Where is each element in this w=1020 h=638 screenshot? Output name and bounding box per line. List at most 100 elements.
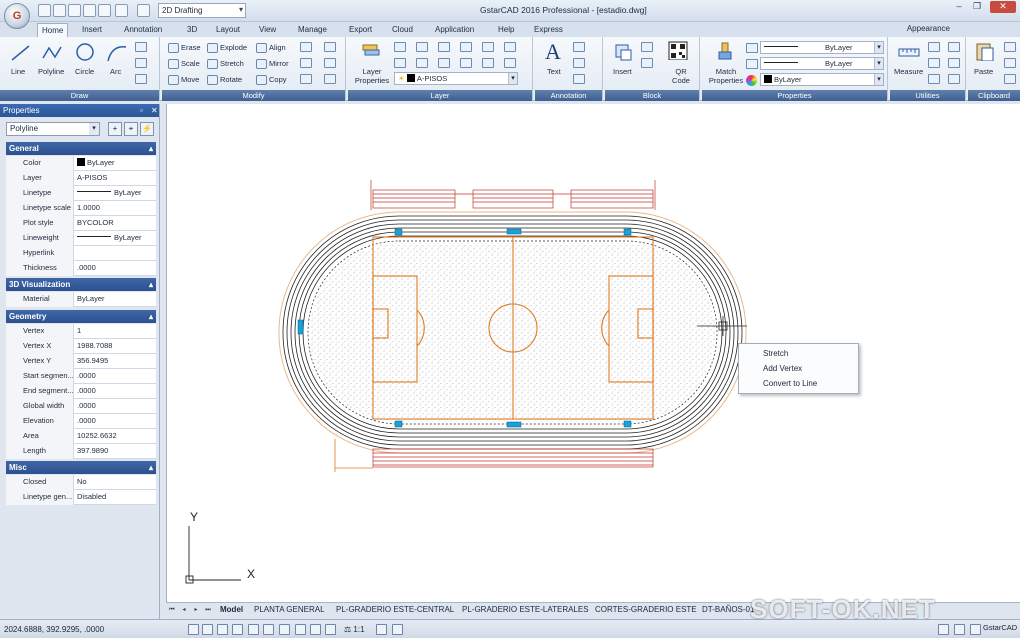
status-tray-icon[interactable] [954,624,965,635]
scale-button[interactable]: Scale [168,59,200,70]
property-value[interactable]: .0000 [77,261,96,275]
leader-icon[interactable] [573,58,585,68]
property-row[interactable]: Vertex X 1988.7088 [6,339,156,354]
polyline-button[interactable]: Polyline [38,67,64,76]
copy-button[interactable]: Copy [256,75,287,86]
array-icon[interactable] [324,42,336,52]
property-value[interactable]: 1 [77,324,81,338]
section-geometry[interactable]: Geometry ▴ [6,310,156,323]
property-row[interactable]: Layer A-PISOS [6,171,156,186]
tab-layout[interactable]: Layout [212,23,244,37]
layer-tool-icon[interactable] [460,42,472,52]
section-3d-visualization[interactable]: 3D Visualization ▴ [6,278,156,291]
save-as-icon[interactable] [83,4,96,17]
snap-icon[interactable] [188,624,199,635]
prev-tab-icon[interactable]: ◂ [180,606,188,614]
layout-tab[interactable]: PLANTA GENERAL [254,605,325,614]
layer-tool-icon[interactable] [438,42,450,52]
explode-button[interactable]: Explode [207,43,247,54]
model-space-icon[interactable] [310,624,321,635]
create-block-icon[interactable] [641,42,653,52]
tab-application[interactable]: Application [431,23,478,37]
property-row[interactable]: Material ByLayer [6,292,156,307]
layer-tool-icon[interactable] [482,42,494,52]
line-button[interactable]: Line [11,67,25,76]
tab-annotation[interactable]: Annotation [120,23,166,37]
table-icon[interactable] [573,74,585,84]
section-general[interactable]: General ▴ [6,142,156,155]
menu-item-convert-to-line[interactable]: Convert to Line [763,379,817,388]
utility-icon[interactable] [928,74,940,84]
layer-tool-icon[interactable] [416,42,428,52]
property-value[interactable]: .0000 [77,414,96,428]
menu-item-add-vertex[interactable]: Add Vertex [763,364,802,373]
property-value[interactable]: .0000 [77,384,96,398]
save-icon[interactable] [68,4,81,17]
property-value[interactable]: 10252.6632 [77,429,117,443]
application-menu-button[interactable]: G [4,3,30,29]
property-row[interactable]: Thickness .0000 [6,261,156,276]
workspace-select[interactable]: 2D Drafting [158,3,246,18]
property-row[interactable]: Closed No [6,475,156,490]
erase-button[interactable]: Erase [168,43,201,54]
chamfer-icon[interactable] [300,74,312,84]
drawing-canvas[interactable]: Y X [166,104,1020,602]
color-select[interactable]: ByLayer ▾ [760,73,884,86]
undo-icon[interactable] [115,4,128,17]
utility-icon[interactable] [928,58,940,68]
tab-cloud[interactable]: Cloud [388,23,417,37]
ortho-icon[interactable] [217,624,228,635]
hatch-icon[interactable] [135,74,147,84]
property-row[interactable]: Linetype scale 1.0000 [6,201,156,216]
property-value[interactable]: No [77,475,87,489]
layer-tool-icon[interactable] [394,42,406,52]
measure-button[interactable]: Measure [894,67,923,76]
property-row[interactable]: Linetype gen... Disabled [6,490,156,505]
cut-icon[interactable] [1004,42,1016,52]
polar-icon[interactable] [232,624,243,635]
tab-insert[interactable]: Insert [78,23,106,37]
dyn-icon[interactable] [279,624,290,635]
property-row[interactable]: Lineweight ByLayer [6,231,156,246]
layout-tab[interactable]: DT-BAÑOS-01 [702,605,754,614]
clipboard-panel-title[interactable]: Clipboard [968,90,1020,101]
property-row[interactable]: Vertex Y 356.9495 [6,354,156,369]
annotation-panel-title[interactable]: Annotation [535,90,602,101]
properties-panel-title[interactable]: Properties [702,90,887,101]
align-button[interactable]: Align [256,43,286,54]
property-row[interactable]: Length 397.9890 [6,444,156,459]
property-row[interactable]: Global width .0000 [6,399,156,414]
layout-tab[interactable]: PL-GRADERIO ESTE-CENTRAL [336,605,454,614]
property-value[interactable]: 397.9890 [77,444,108,458]
utility-icon[interactable] [948,74,960,84]
lineweight-select[interactable]: ByLayer ▾ [760,41,884,54]
tab-express[interactable]: Express [530,23,567,37]
property-value[interactable]: ByLayer [77,186,142,200]
property-row[interactable]: Linetype ByLayer [6,186,156,201]
trim-icon[interactable] [324,58,336,68]
insert-button[interactable]: Insert [613,67,632,76]
grid-icon[interactable] [202,624,213,635]
object-type-select[interactable]: Polyline ▾ [6,122,100,136]
draw-panel-title[interactable]: Draw [0,90,159,101]
utility-icon[interactable] [928,42,940,52]
stretch-button[interactable]: Stretch [207,59,244,70]
tab-help[interactable]: Help [494,23,518,37]
autoscale-icon[interactable] [392,624,403,635]
property-value[interactable]: 1.0000 [77,201,100,215]
tab-home[interactable]: Home [37,23,69,37]
osnap-icon[interactable] [248,624,259,635]
close-button[interactable]: ✕ [990,1,1016,13]
property-value[interactable]: .0000 [77,399,96,413]
layer-properties-button[interactable]: Layer Properties [353,67,391,85]
property-value[interactable]: ByLayer [77,231,142,245]
qr-code-button[interactable]: QR Code [667,67,695,85]
close-icon[interactable]: ✕ [151,104,158,117]
select-objects-icon[interactable]: ⌖ [124,122,138,136]
property-value[interactable]: ByLayer [77,156,115,170]
tab-view[interactable]: View [255,23,280,37]
appearance-menu[interactable]: Appearance [907,24,950,33]
property-row[interactable]: Elevation .0000 [6,414,156,429]
property-value[interactable]: A-PISOS [77,171,107,185]
dimension-icon[interactable] [573,42,585,52]
